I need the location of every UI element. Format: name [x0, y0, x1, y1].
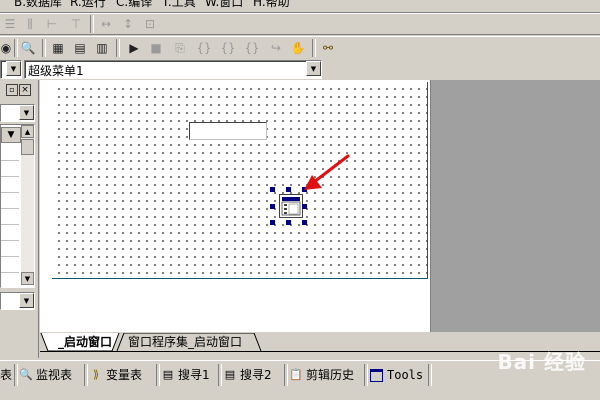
tab-variables[interactable]: ⟫ 变量表	[90, 365, 142, 385]
tab-watch-label: 监视表	[36, 368, 73, 382]
panel-bottom-select[interactable]: ▼	[0, 292, 35, 310]
menu-bar: B.数据库 R.运行 C.编译 T.工具 W.窗口 H.帮助	[0, 0, 600, 13]
tab-search2-label: 搜寻2	[240, 368, 272, 382]
toolbar-separator	[116, 39, 120, 57]
selection-handle[interactable]	[270, 220, 275, 225]
menu-help[interactable]: H.帮助	[253, 0, 290, 10]
clipboard-icon: 📋	[289, 368, 303, 381]
tab-tools-label: Tools	[387, 368, 424, 382]
menu-database[interactable]: B.数据库	[14, 0, 62, 10]
tab-separator	[284, 364, 288, 386]
annotation-arrow	[304, 154, 350, 190]
tab-window-assembly[interactable]: 窗口程序集_启动窗口	[128, 333, 242, 351]
panel-header: ▫ ×	[0, 84, 34, 96]
space-horizontal-icon[interactable]: ⊢	[42, 15, 62, 33]
maximize-icon[interactable]: ▫	[6, 84, 18, 96]
clone-icon[interactable]: ⎘	[170, 39, 190, 57]
align-middle-icon[interactable]: ⫼	[20, 15, 40, 33]
menu-compile[interactable]: C.编译	[116, 0, 152, 10]
same-size-icon[interactable]: ⊡	[140, 15, 160, 33]
layout-split-icon[interactable]: ▤	[70, 39, 90, 57]
alignment-toolbar: ☰ ⫼ ⊢ ⊤ ↔ ↕ ⊡	[0, 13, 600, 35]
binoculars-icon[interactable]: ⚯	[318, 39, 338, 57]
space-vertical-icon[interactable]: ⊤	[66, 15, 86, 33]
variables-icon: ⟫	[92, 368, 100, 381]
toolbar-separator	[42, 39, 46, 57]
tab-separator	[84, 364, 88, 386]
chevron-down-icon[interactable]: ▼	[19, 105, 34, 120]
menu-window[interactable]: W.窗口	[205, 0, 243, 10]
tab-separator	[156, 364, 160, 386]
property-list[interactable]: ▼ ▲ ▼	[0, 124, 35, 288]
main-toolbar: ◉ 🔍 ▦ ▤ ▥ ▶ ■ ⎘ {} {} {} ↪ ✋ ⚯	[0, 36, 600, 60]
run-icon[interactable]: ▶	[124, 39, 144, 57]
chevron-down-icon[interactable]: ▼	[6, 61, 21, 76]
menu-run[interactable]: R.运行	[70, 0, 106, 10]
selection-handle[interactable]	[270, 187, 275, 192]
menu-select[interactable]: 超级菜单1 ▼	[24, 60, 322, 79]
tab-table-label: 表	[0, 368, 13, 382]
selection-handle[interactable]	[286, 220, 291, 225]
tab-watch[interactable]: 🔍 监视表	[19, 365, 73, 385]
close-icon[interactable]: ×	[19, 84, 31, 96]
left-panel: ▫ × ▼ ▼ ▲ ▼ ▼	[0, 80, 39, 358]
magnifier-icon: 🔍	[19, 368, 33, 381]
chevron-down-icon[interactable]: ▼	[306, 61, 321, 76]
menu-select-value: 超级菜单1	[28, 64, 84, 78]
selection-handle[interactable]	[302, 204, 307, 209]
menu-tools[interactable]: T.工具	[162, 0, 196, 10]
combo-row: ▼ 超级菜单1 ▼	[0, 59, 600, 79]
tab-tools[interactable]: Tools	[370, 365, 423, 385]
menu-component[interactable]	[279, 194, 303, 218]
layout-grid-icon[interactable]: ▥	[92, 39, 112, 57]
hand-icon[interactable]: ✋	[288, 39, 308, 57]
tab-clipboard-history-label: 剪辑历史	[306, 368, 355, 382]
preview-icon[interactable]: 🔍	[18, 39, 38, 57]
bracket-left-icon[interactable]: {}	[194, 39, 214, 57]
scroll-thumb[interactable]	[21, 139, 34, 155]
object-select[interactable]: ▼	[0, 60, 22, 79]
tab-search1-label: 搜寻1	[178, 368, 210, 382]
chevron-down-icon[interactable]: ▼	[19, 293, 34, 308]
tab-separator	[14, 364, 18, 386]
tab-variables-label: 变量表	[106, 368, 143, 382]
toolbar-separator	[312, 39, 316, 57]
tab-search2[interactable]: ▤ 搜寻2	[224, 365, 272, 385]
tab-separator	[364, 364, 368, 386]
toolbar-separator	[90, 15, 94, 33]
search-doc-icon: ▤	[162, 368, 174, 381]
property-list-lines	[1, 145, 19, 285]
scroll-down-icon[interactable]: ▼	[21, 272, 34, 285]
menu-component-icon	[281, 197, 301, 216]
step-out-icon[interactable]: ↪	[266, 39, 286, 57]
selection-handle[interactable]	[302, 220, 307, 225]
same-height-icon[interactable]: ↕	[118, 15, 138, 33]
tab-separator	[218, 364, 222, 386]
tab-separator	[428, 364, 432, 386]
window-icon	[370, 368, 383, 382]
tab-search1[interactable]: ▤ 搜寻1	[162, 365, 210, 385]
scroll-up-icon[interactable]: ▲	[21, 125, 34, 138]
form-designer-canvas[interactable]	[52, 82, 428, 279]
tab-clipboard-history[interactable]: 📋 剪辑历史	[289, 365, 355, 385]
vertical-scrollbar[interactable]: ▲ ▼	[21, 125, 34, 285]
layout-window-icon[interactable]: ▦	[48, 39, 68, 57]
selection-handle[interactable]	[270, 204, 275, 209]
tab-table[interactable]: 表	[0, 365, 12, 385]
same-width-icon[interactable]: ↔	[96, 15, 116, 33]
align-top-icon[interactable]: ☰	[0, 15, 20, 33]
stop-icon[interactable]: ■	[146, 39, 166, 57]
panel-select[interactable]: ▼	[0, 104, 35, 122]
search-doc-icon: ▤	[224, 368, 236, 381]
textbox-control[interactable]	[189, 122, 267, 140]
bracket-right-icon[interactable]: {}	[218, 39, 238, 57]
tab-startup-window[interactable]: _启动窗口	[58, 333, 112, 351]
property-row-selected[interactable]: ▼	[1, 127, 21, 143]
bracket-hash-icon[interactable]: {}	[242, 39, 262, 57]
watermark: Bai 经验	[497, 350, 586, 374]
selection-handle[interactable]	[286, 187, 291, 192]
